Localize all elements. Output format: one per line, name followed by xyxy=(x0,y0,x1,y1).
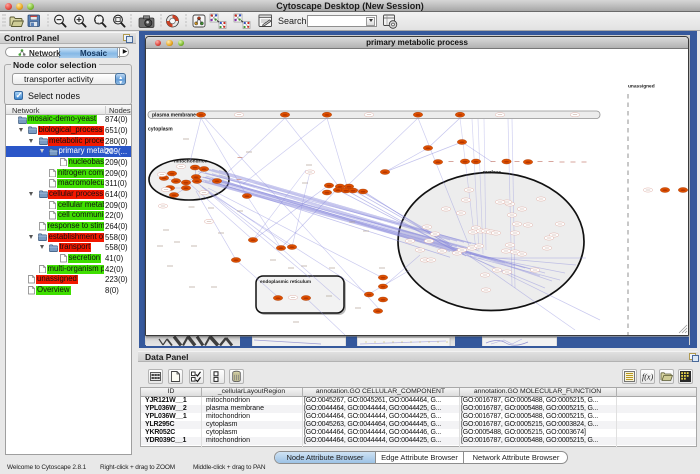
svg-text:f(x): f(x) xyxy=(642,372,653,381)
